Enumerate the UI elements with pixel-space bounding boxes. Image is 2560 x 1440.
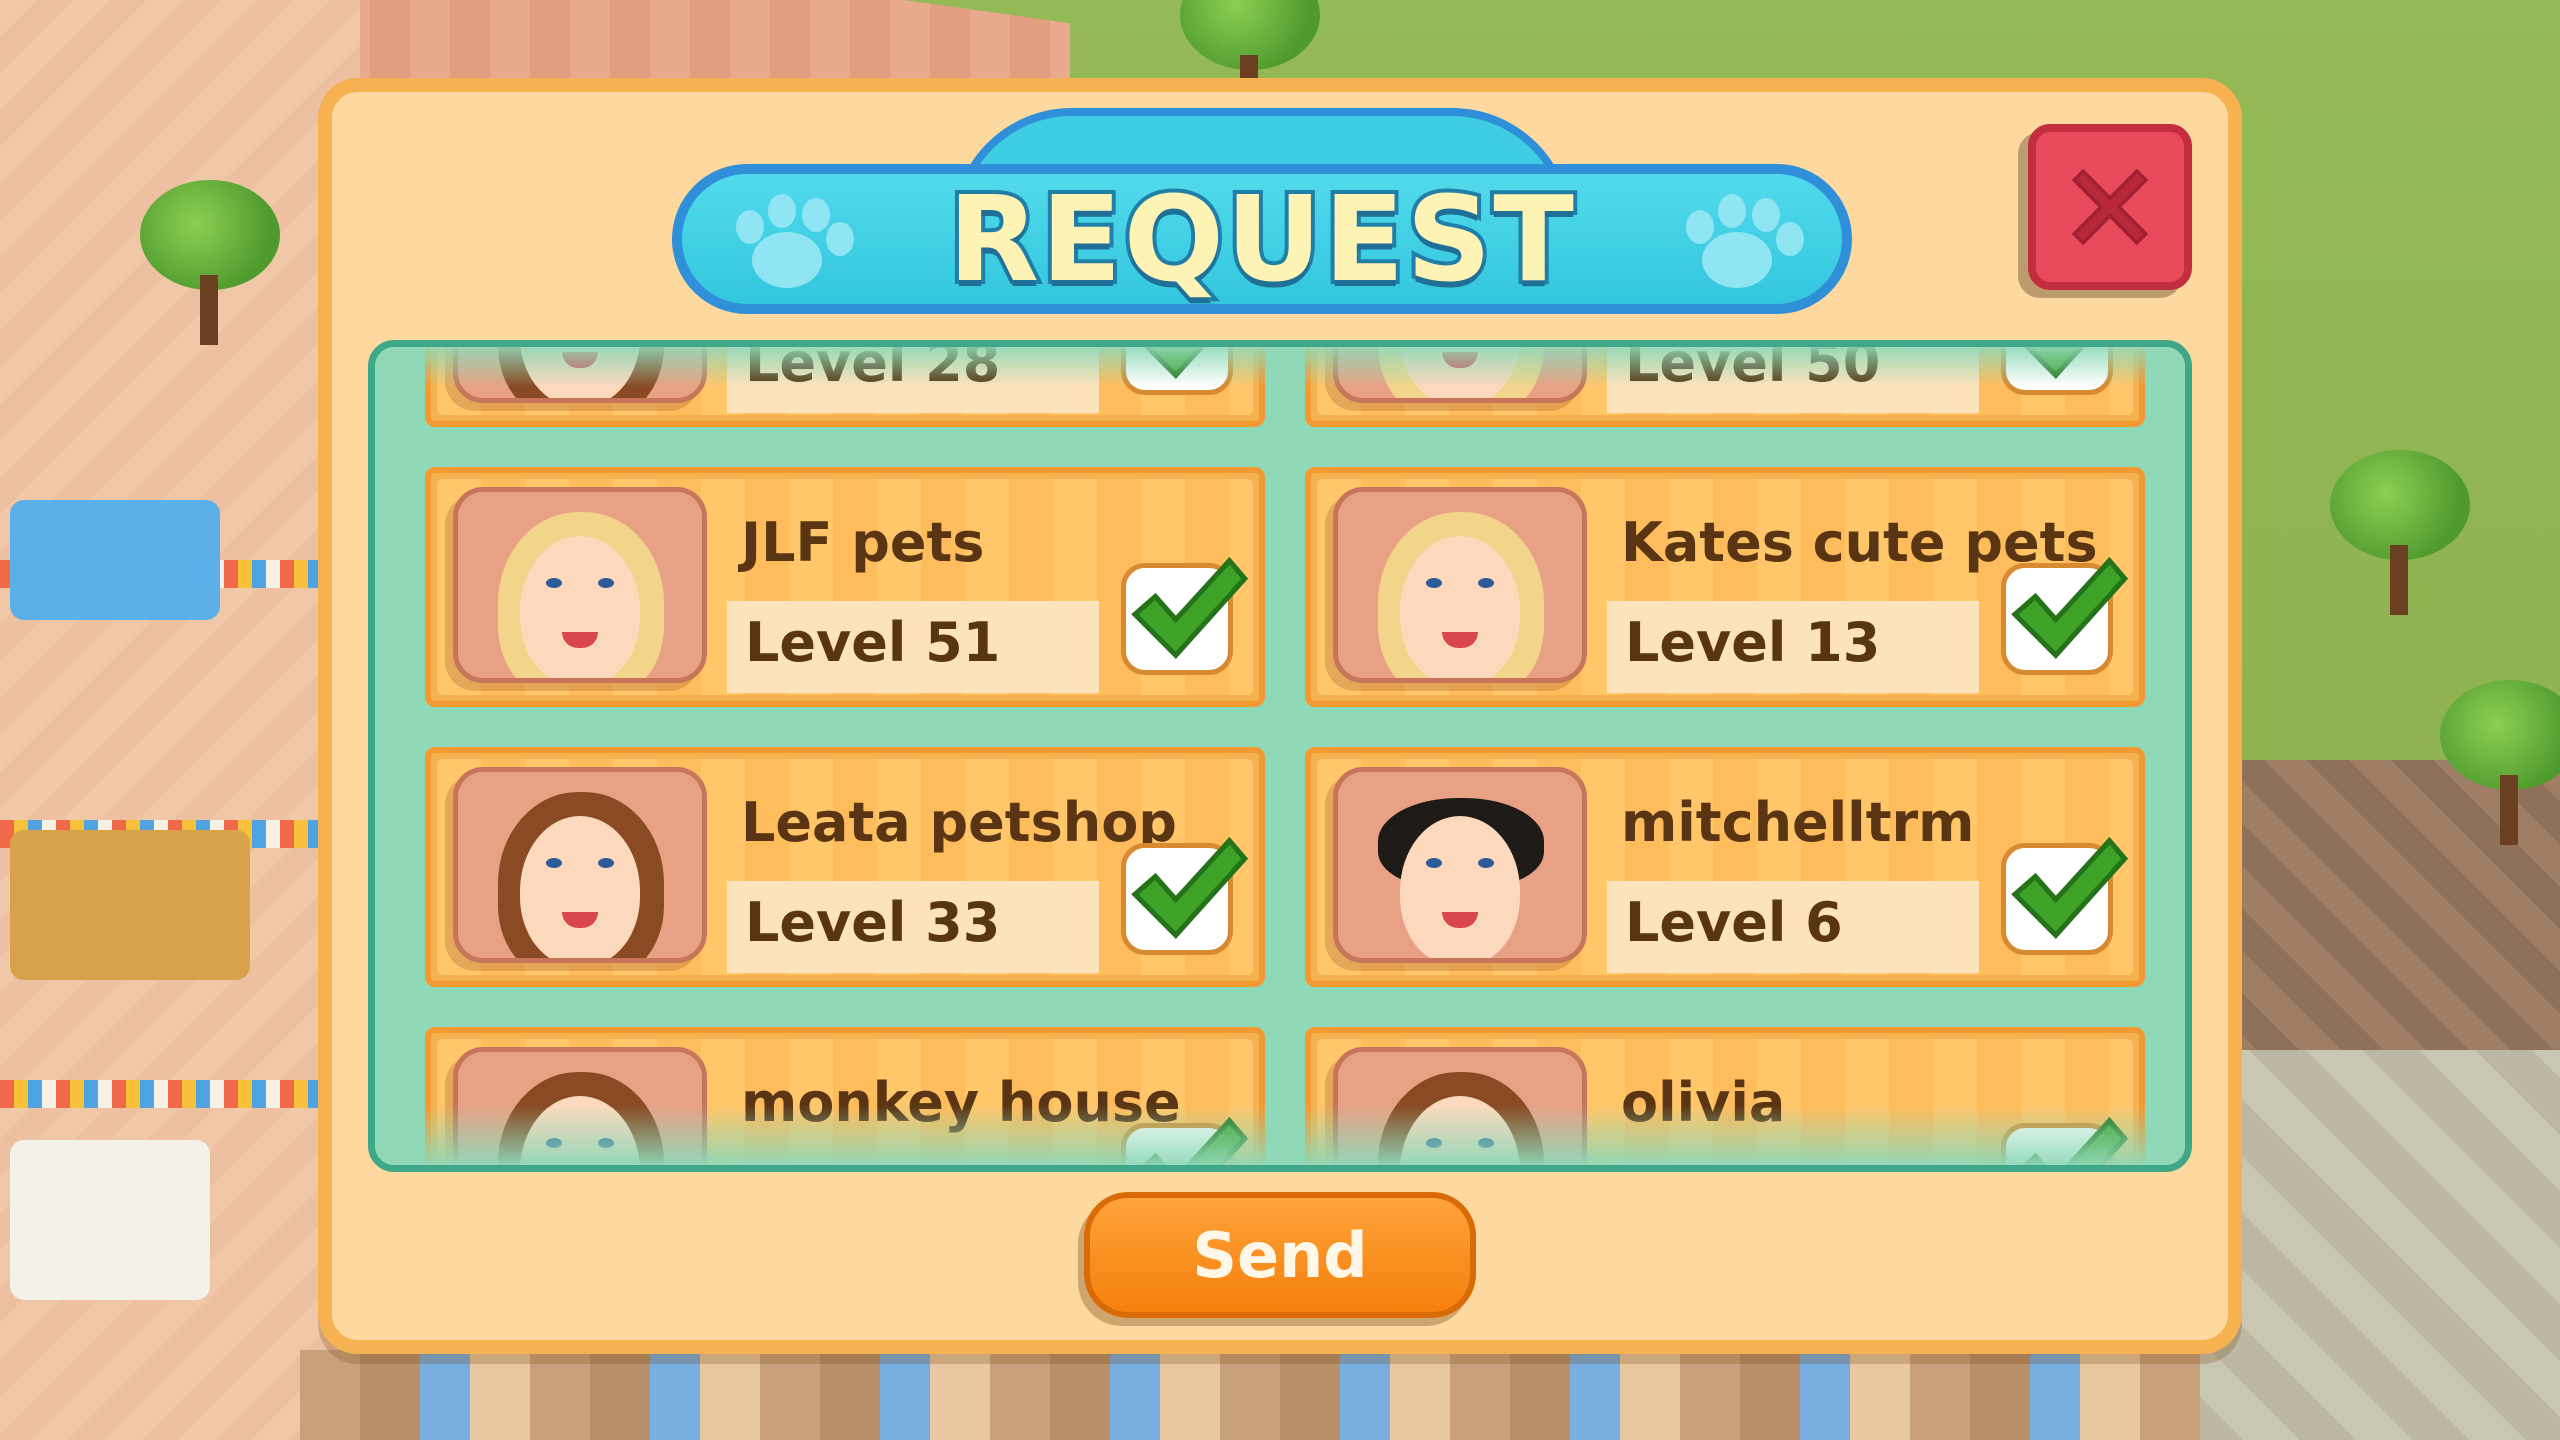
dialog-title: REQUEST xyxy=(944,166,1578,312)
close-icon xyxy=(2071,168,2149,246)
level-bar xyxy=(727,1161,1099,1165)
friend-card[interactable]: Level 28 xyxy=(425,340,1265,427)
send-button-label: Send xyxy=(1192,1218,1368,1292)
level-bar xyxy=(1607,1161,1979,1165)
checkmark-icon xyxy=(1131,836,1249,939)
pet-pen[interactable] xyxy=(10,830,250,980)
checkmark-icon xyxy=(1143,347,1205,379)
friend-level: Level 33 xyxy=(745,891,1001,954)
friend-name: JLF pets xyxy=(741,511,985,574)
friend-card[interactable]: Leata petshop Level 33 xyxy=(425,747,1265,987)
tree-icon xyxy=(140,180,280,345)
select-checkbox[interactable] xyxy=(2001,347,2113,395)
pet-pen[interactable] xyxy=(10,500,220,620)
select-checkbox[interactable] xyxy=(1121,556,1249,675)
friend-level: Level 6 xyxy=(1625,891,1843,954)
close-button[interactable] xyxy=(2028,124,2192,290)
pen-fence xyxy=(0,1080,320,1108)
friend-name: olivia xyxy=(1621,1071,1786,1134)
friend-name: monkey house xyxy=(741,1071,1181,1134)
tree-icon xyxy=(2330,450,2470,615)
friend-level: Level 13 xyxy=(1625,611,1881,674)
friend-level: Level 28 xyxy=(745,340,1001,394)
friend-name: Leata petshop xyxy=(741,791,1177,854)
friend-card[interactable]: Level 50 xyxy=(1305,340,2145,427)
friend-card[interactable]: Kates cute pets Level 13 xyxy=(1305,467,2145,707)
send-button[interactable]: Send xyxy=(1084,1192,1476,1318)
select-checkbox[interactable] xyxy=(1121,1116,1249,1165)
friend-level: Level 51 xyxy=(745,611,1001,674)
select-checkbox[interactable] xyxy=(2001,836,2129,955)
brunette-woman-avatar xyxy=(453,767,707,963)
pet-pen[interactable] xyxy=(10,1140,210,1300)
brunette-woman-avatar xyxy=(453,347,707,403)
friend-name: mitchelltrm xyxy=(1621,791,1975,854)
blonde-woman-avatar xyxy=(1333,487,1587,683)
man-avatar xyxy=(1333,767,1587,963)
select-checkbox[interactable] xyxy=(2001,556,2129,675)
checkmark-icon xyxy=(2011,556,2129,659)
shop-shelves xyxy=(300,1350,2200,1440)
checkmark-icon xyxy=(1141,1116,1249,1165)
friend-card[interactable]: monkey house xyxy=(425,1027,1265,1165)
select-checkbox[interactable] xyxy=(1121,836,1249,955)
select-checkbox[interactable] xyxy=(2001,1116,2129,1165)
blonde-woman-avatar xyxy=(1333,347,1587,403)
blonde-woman-avatar xyxy=(453,487,707,683)
checkmark-icon xyxy=(2023,347,2085,379)
friend-card[interactable]: JLF pets Level 51 xyxy=(425,467,1265,707)
friend-card[interactable]: olivia xyxy=(1305,1027,2145,1165)
brunette-woman-avatar xyxy=(453,1047,707,1165)
friend-level: Level 50 xyxy=(1625,340,1881,394)
brunette-woman-avatar xyxy=(1333,1047,1587,1165)
checkmark-icon xyxy=(1131,556,1249,659)
title-banner: REQUEST xyxy=(672,108,1852,314)
checkmark-icon xyxy=(2011,836,2129,939)
checkmark-icon xyxy=(2021,1116,2129,1165)
select-checkbox[interactable] xyxy=(1121,347,1233,395)
friend-list[interactable]: Level 28 Level 50 JLF pets Level 51 Kates cu… xyxy=(368,340,2192,1172)
friend-card[interactable]: mitchelltrm Level 6 xyxy=(1305,747,2145,987)
